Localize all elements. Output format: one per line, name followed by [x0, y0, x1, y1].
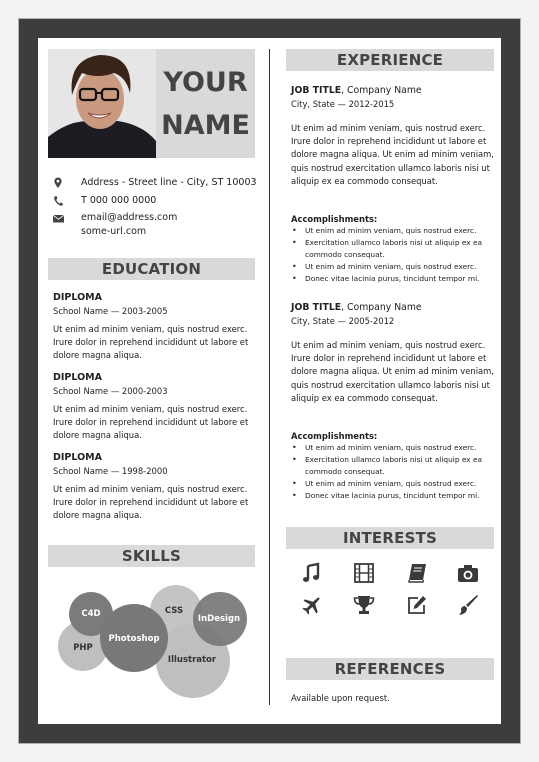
education-description: Ut enim ad minim veniam, quis nostrud ex…	[53, 484, 249, 521]
name-line-2: NAME	[161, 110, 250, 141]
accomplishment-item: Ut enim ad minim veniam, quis nostrud ex…	[291, 225, 496, 237]
job-description: Ut enim ad minim veniam, quis nostrud ex…	[291, 340, 494, 403]
accomplishment-item: Donec vitae lacinia purus, tincidunt tem…	[291, 490, 496, 502]
company-name: , Company Name	[341, 85, 422, 96]
job-title: JOB TITLE	[291, 302, 342, 313]
paintbrush-icon	[457, 594, 479, 616]
map-marker-icon	[53, 177, 63, 189]
film-icon	[353, 562, 375, 584]
accomplishments-list: Ut enim ad minim veniam, quis nostrud ex…	[291, 442, 496, 502]
skill-label: InDesign	[198, 614, 240, 624]
references-heading: REFERENCES	[286, 658, 494, 680]
education-degree: DIPLOMA	[53, 292, 102, 303]
skill-label: CSS	[165, 606, 183, 616]
airplane-icon	[301, 594, 323, 616]
interests-grid	[286, 560, 494, 620]
references-text: Available upon request.	[291, 693, 390, 703]
phone-text: T 000 000 0000	[81, 195, 157, 206]
edit-icon	[406, 594, 428, 616]
accomplishment-item: Exercitation ullamco laboris nisi ut ali…	[291, 237, 496, 261]
skill-label: Photoshop	[108, 634, 159, 644]
trophy-icon	[353, 594, 375, 616]
education-degree: DIPLOMA	[53, 452, 102, 463]
skill-label: PHP	[73, 643, 93, 653]
education-school: School Name — 1998-2000	[53, 466, 168, 476]
education-degree: DIPLOMA	[53, 372, 102, 383]
skill-label: Illustrator	[168, 655, 217, 665]
interests-heading: INTERESTS	[286, 527, 494, 549]
accomplishment-item: Donec vitae lacinia purus, tincidunt tem…	[291, 273, 496, 285]
skills-chart: PHP C4D Photoshop CSS InDesign Illustrat…	[58, 585, 247, 698]
education-description: Ut enim ad minim veniam, quis nostrud ex…	[53, 324, 249, 361]
skills-heading: SKILLS	[48, 545, 255, 567]
skill-label: C4D	[81, 609, 100, 619]
book-icon	[406, 562, 428, 584]
job-location: City, State — 2005-2012	[291, 316, 395, 326]
profile-photo	[48, 49, 156, 158]
accomplishment-item: Ut enim ad minim veniam, quis nostrud ex…	[291, 261, 496, 273]
phone-icon	[53, 195, 63, 207]
job-description: Ut enim ad minim veniam, quis nostrud ex…	[291, 123, 494, 186]
accomplishments-label: Accomplishments:	[291, 214, 378, 224]
job-location: City, State — 2012-2015	[291, 99, 395, 109]
job-title: JOB TITLE	[291, 85, 342, 96]
music-note-icon	[301, 562, 323, 584]
envelope-icon	[52, 212, 65, 224]
education-description: Ut enim ad minim veniam, quis nostrud ex…	[53, 404, 249, 441]
job-heading: JOB TITLE, Company Name	[291, 85, 422, 96]
camera-icon	[457, 562, 479, 584]
accomplishments-label: Accomplishments:	[291, 431, 378, 441]
column-divider	[269, 49, 270, 705]
education-heading: EDUCATION	[48, 258, 255, 280]
education-school: School Name — 2003-2005	[53, 306, 168, 316]
accomplishment-item: Ut enim ad minim veniam, quis nostrud ex…	[291, 442, 496, 454]
email-link[interactable]: email@address.com	[81, 211, 177, 225]
company-name: , Company Name	[341, 302, 422, 313]
accomplishments-list: Ut enim ad minim veniam, quis nostrud ex…	[291, 225, 496, 285]
candidate-name: YOUR NAME	[156, 61, 255, 147]
website-link[interactable]: some-url.com	[81, 225, 146, 239]
education-school: School Name — 2000-2003	[53, 386, 168, 396]
job-heading: JOB TITLE, Company Name	[291, 302, 422, 313]
accomplishment-item: Exercitation ullamco laboris nisi ut ali…	[291, 454, 496, 478]
name-line-1: YOUR	[163, 67, 248, 98]
skills-bubbles: PHP C4D Photoshop CSS InDesign Illustrat…	[48, 578, 255, 703]
experience-heading: EXPERIENCE	[286, 49, 494, 71]
address-text: Address - Street line - City, ST 10003	[81, 177, 257, 188]
accomplishment-item: Ut enim ad minim veniam, quis nostrud ex…	[291, 478, 496, 490]
